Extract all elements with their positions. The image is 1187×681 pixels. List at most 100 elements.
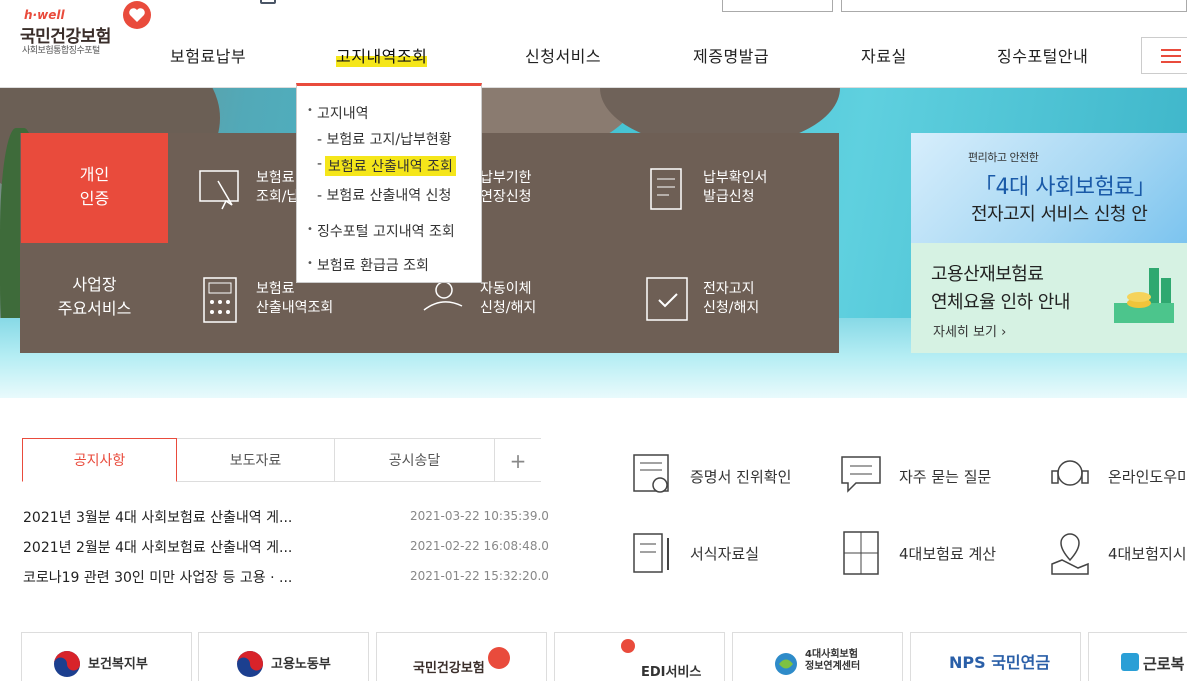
personal-auth-label: 개인 인증 <box>79 165 110 208</box>
service-calculation-inquiry[interactable]: 보험료 산출내역조회 <box>198 276 398 336</box>
notice-date: 2021-02-22 16:08:48.0 <box>410 539 549 553</box>
hand-coin-icon <box>423 281 463 311</box>
tab-press[interactable]: 보도자료 <box>177 438 334 482</box>
gnb-item-certificates[interactable]: 제증명발급 <box>693 43 769 67</box>
service-label: 납부기한 연장신청 <box>480 170 532 205</box>
quick-link-faq[interactable]: 자주 묻는 질문 <box>899 466 991 487</box>
logo-subtitle: 사회보험통합징수포털 <box>22 46 100 56</box>
notice-title[interactable]: 2021년 2월분 4대 사회보험료 산출내역 게... <box>23 537 292 557</box>
menu-calculation-inquiry[interactable]: 보험료 산출내역 조회 <box>325 156 456 176</box>
gnb-item-billing-inquiry[interactable]: 고지내역조회 <box>336 43 428 67</box>
heart-logo-icon <box>488 647 510 669</box>
menu-line <box>1161 61 1181 63</box>
family-site-label: EDI서비스 <box>641 665 702 680</box>
quick-link-calculator[interactable]: 4대보험료 계산 <box>899 543 996 564</box>
quick-link-branch-guide[interactable]: 4대보험지시 <box>1108 543 1187 564</box>
banner-more-link[interactable]: 자세히 보기 › <box>933 321 1006 340</box>
e-notice-check-icon <box>646 277 688 321</box>
map-pin-icon[interactable] <box>1048 530 1092 576</box>
search-category-select[interactable] <box>722 0 833 12</box>
notice-date: 2021-01-22 15:32:20.0 <box>410 569 549 583</box>
family-site-label: 국민건강보험 <box>413 661 485 676</box>
bullet: • <box>307 258 313 269</box>
banner-caption: 전자고지 서비스 신청 안 <box>971 204 1148 225</box>
menu-billing-history[interactable]: 고지내역 <box>317 103 369 123</box>
family-site-nps[interactable]: NPS 국민연금 <box>910 632 1081 681</box>
tab-notices[interactable]: 공지사항 <box>22 438 177 482</box>
service-e-notice[interactable]: 전자고지 신청/해지 <box>645 276 845 336</box>
family-site-label: 고용노동부 <box>271 657 331 672</box>
notice-date: 2021-03-22 10:35:39.0 <box>410 509 549 523</box>
service-payment-confirmation[interactable]: 납부확인서 발급신청 <box>645 165 845 225</box>
business-services-label: 사업장 주요서비스 <box>57 275 132 318</box>
bullet: • <box>307 224 313 235</box>
family-site-nhis[interactable]: 국민건강보험 <box>376 632 547 681</box>
bullet: • <box>307 105 313 116</box>
service-label: 전자고지 신청/해지 <box>703 281 760 316</box>
menu-dash: - <box>317 156 323 172</box>
document-icon[interactable] <box>632 530 676 576</box>
gnb-item-resources[interactable]: 자료실 <box>861 43 907 67</box>
page: h·well 국민건강보험 사회보험통합징수포털 보험료납부 고지내역조회 신청… <box>0 0 1187 681</box>
headset-icon[interactable] <box>1048 453 1092 499</box>
menu-portal-billing[interactable]: 징수포털 고지내역 조회 <box>317 221 455 241</box>
taegeuk-icon <box>54 651 80 677</box>
calculator-icon <box>203 277 237 323</box>
notice-title[interactable]: 2021년 3월분 4대 사회보험료 산출내역 게... <box>23 507 292 527</box>
chat-icon[interactable] <box>840 453 884 499</box>
notice-title[interactable]: 코로나19 관련 30인 미만 사업장 등 고용 · ... <box>23 567 292 587</box>
heart-logo-icon <box>123 1 151 29</box>
service-label: 자동이체 신청/해지 <box>480 281 537 316</box>
service-label: 보험료 조회/납 <box>256 170 300 205</box>
site-logo[interactable]: h·well 국민건강보험 사회보험통합징수포털 <box>20 1 155 60</box>
scroll-document-icon <box>650 168 682 210</box>
logo-brand: h·well <box>24 8 65 22</box>
billing-inquiry-dropdown: • 고지내역 - 보험료 고지/납부현황 - 보험료 산출내역 조회 - 보험료… <box>296 83 482 283</box>
menu-line <box>1161 55 1181 57</box>
service-label: 보험료 산출내역조회 <box>256 281 334 316</box>
gnb-item-portal-guide[interactable]: 징수포털안내 <box>997 43 1088 67</box>
swirl-logo-icon <box>775 653 797 675</box>
coins-chart-icon <box>1114 268 1174 323</box>
heart-logo-icon <box>621 639 635 653</box>
tab-public-notice[interactable]: 공시송달 <box>334 438 494 482</box>
family-site-label: 4대사회보험 정보연계센터 <box>805 649 861 672</box>
banner-line1: 고용산재보험료 <box>931 264 1044 285</box>
family-site-label: NPS 국민연금 <box>949 653 1051 672</box>
e-notice-banner[interactable]: 편리하고 안전한 「4대 사회보험료」 전자고지 서비스 신청 안 <box>911 133 1187 243</box>
menu-refund-inquiry[interactable]: 보험료 환급금 조회 <box>317 255 429 275</box>
personal-auth-button[interactable]: 개인 인증 <box>21 133 168 243</box>
quick-link-online-help[interactable]: 온라인도우미 <box>1108 466 1187 487</box>
banner-subtitle: 편리하고 안전한 <box>968 151 1039 164</box>
comwel-logo-icon <box>1121 653 1139 671</box>
family-site-edi[interactable]: EDI서비스 <box>554 632 725 681</box>
menu-line <box>1161 49 1181 51</box>
family-site-mohw[interactable]: 보건복지부 <box>21 632 192 681</box>
tab-more-button[interactable]: + <box>494 438 541 482</box>
banner-line2: 연체요율 인하 안내 <box>931 292 1070 313</box>
calculator-icon[interactable] <box>840 530 884 576</box>
family-site-label: 보건복지부 <box>88 657 148 672</box>
certificate-icon[interactable] <box>632 453 676 499</box>
gnb-item-application[interactable]: 신청서비스 <box>525 43 601 67</box>
cursor-click-icon <box>199 170 239 210</box>
header: h·well 국민건강보험 사회보험통합징수포털 보험료납부 고지내역조회 신청… <box>0 0 1187 88</box>
service-auto-transfer[interactable]: 자동이체 신청/해지 <box>422 276 622 336</box>
service-label: 납부확인서 발급신청 <box>703 170 768 205</box>
business-services-button[interactable]: 사업장 주요서비스 <box>21 243 168 353</box>
family-site-4insure[interactable]: 4대사회보험 정보연계센터 <box>732 632 903 681</box>
family-site-comwel[interactable]: 근로복 <box>1088 632 1187 681</box>
hamburger-menu-button[interactable] <box>1141 37 1187 74</box>
screen-icon[interactable] <box>260 0 276 4</box>
menu-billing-payment-status[interactable]: - 보험료 고지/납부현황 <box>317 129 452 149</box>
quick-link-forms[interactable]: 서식자료실 <box>690 543 759 564</box>
quick-link-certificate-verify[interactable]: 증명서 진위확인 <box>690 466 791 487</box>
banner-title: 「4대 사회보험료」 <box>974 175 1156 200</box>
search-input[interactable] <box>841 0 1187 12</box>
family-site-label: 근로복 <box>1143 655 1185 673</box>
gnb-item-payment[interactable]: 보험료납부 <box>170 43 246 67</box>
taegeuk-icon <box>237 651 263 677</box>
insurance-rate-banner[interactable]: 고용산재보험료 연체요율 인하 안내 자세히 보기 › <box>911 243 1187 353</box>
menu-calculation-request[interactable]: - 보험료 산출내역 신청 <box>317 185 451 205</box>
family-site-moel[interactable]: 고용노동부 <box>198 632 369 681</box>
